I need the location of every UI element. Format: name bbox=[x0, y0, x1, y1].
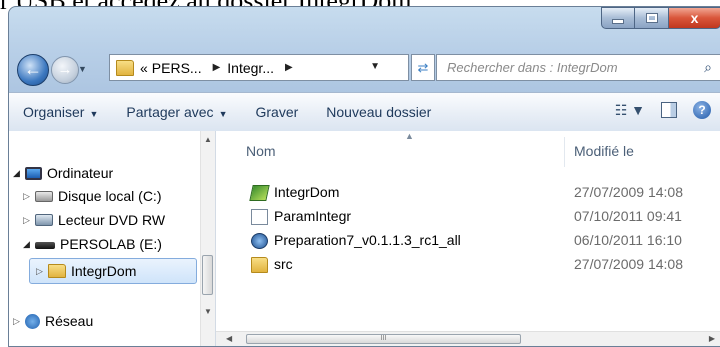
file-list: Nom ▲ Modifié le IntegrDom 27/07/2009 14… bbox=[216, 131, 720, 346]
organize-menu-button[interactable]: Organiser ▼ bbox=[9, 104, 112, 120]
column-header-modified-label: Modifié le bbox=[574, 143, 634, 159]
maximize-button[interactable] bbox=[635, 7, 669, 29]
nav-item-disque-local[interactable]: ▷ Disque local (C:) bbox=[23, 184, 161, 208]
command-toolbar: Organiser ▼ Partager avec ▼ Graver Nouveau… bbox=[9, 92, 720, 132]
nav-item-label: Réseau bbox=[45, 313, 94, 329]
file-name: ParamIntegr bbox=[274, 208, 352, 224]
organize-label: Organiser bbox=[23, 104, 85, 120]
minimize-button[interactable] bbox=[601, 7, 635, 29]
nav-item-label: Disque local (C:) bbox=[58, 188, 162, 204]
chevron-down-icon: ▼ bbox=[89, 109, 99, 119]
computer-icon bbox=[25, 166, 42, 180]
minimize-icon bbox=[612, 18, 624, 24]
scroll-up-icon[interactable]: ▲ bbox=[204, 135, 212, 144]
file-row[interactable]: Preparation7_v0.1.1.3_rc1_all 06/10/2011… bbox=[216, 229, 720, 253]
scrollbar-thumb[interactable]: III bbox=[246, 334, 521, 344]
window-controls: x bbox=[601, 7, 720, 29]
content-area: ◢ Ordinateur ▷ Disque local (C:) ▷ Lecte… bbox=[9, 131, 720, 346]
hard-disk-icon bbox=[35, 190, 53, 202]
chevron-down-icon: ▼ bbox=[218, 109, 228, 119]
search-input[interactable]: Rechercher dans : IntegrDom ⌕ bbox=[436, 54, 720, 81]
usb-drive-icon bbox=[35, 242, 55, 249]
column-header-name[interactable]: Nom bbox=[246, 135, 276, 167]
nav-item-label: Ordinateur bbox=[47, 165, 114, 181]
folder-icon bbox=[116, 59, 134, 76]
share-menu-button[interactable]: Partager avec ▼ bbox=[112, 104, 241, 120]
folder-icon bbox=[251, 257, 268, 273]
file-modified-date: 07/10/2011 09:41 bbox=[574, 208, 682, 224]
network-icon bbox=[25, 313, 40, 329]
forward-arrow-icon: → bbox=[57, 61, 73, 78]
explorer-window: x ← → ▼ « PERS... ▶ Integr... ▶ ▼ ⇄ Rech… bbox=[8, 6, 720, 347]
breadcrumb-persolab[interactable]: PERS... bbox=[152, 60, 202, 76]
file-name: Preparation7_v0.1.1.3_rc1_all bbox=[274, 232, 461, 248]
collapsed-arrow-icon[interactable]: ▷ bbox=[36, 266, 48, 277]
navigation-scrollbar[interactable]: ▲ ▼ bbox=[200, 131, 215, 346]
navigation-row: ← → ▼ « PERS... ▶ Integr... ▶ ▼ ⇄ Recher… bbox=[9, 41, 720, 86]
scroll-down-icon[interactable]: ▼ bbox=[204, 307, 212, 316]
file-modified-date: 06/10/2011 16:10 bbox=[574, 232, 682, 248]
forward-button[interactable]: → bbox=[51, 56, 79, 84]
burn-button[interactable]: Graver bbox=[241, 104, 312, 120]
recent-pages-button[interactable]: ▼ bbox=[78, 64, 87, 74]
nav-item-lecteur-dvd[interactable]: ▷ Lecteur DVD RW bbox=[23, 208, 165, 232]
column-header-modified[interactable]: Modifié le bbox=[574, 135, 634, 167]
toolbar-right-group: ☷ ▼ ? bbox=[615, 101, 720, 119]
close-button[interactable]: x bbox=[669, 7, 720, 29]
scroll-right-icon[interactable]: ▶ bbox=[709, 334, 715, 343]
navigation-pane: ◢ Ordinateur ▷ Disque local (C:) ▷ Lecte… bbox=[9, 131, 216, 346]
expanded-arrow-icon[interactable]: ◢ bbox=[13, 168, 25, 179]
refresh-icon: ⇄ bbox=[417, 60, 429, 75]
breadcrumb-arrow-icon[interactable]: ▶ bbox=[285, 62, 293, 73]
nav-item-persolab[interactable]: ◢ PERSOLAB (E:) bbox=[23, 232, 162, 256]
file-row[interactable]: IntegrDom 27/07/2009 14:08 bbox=[216, 181, 720, 205]
collapsed-arrow-icon[interactable]: ▷ bbox=[23, 191, 35, 202]
scrollbar-thumb[interactable] bbox=[202, 255, 213, 295]
folder-icon bbox=[48, 264, 66, 278]
expanded-arrow-icon[interactable]: ◢ bbox=[23, 239, 35, 250]
new-folder-button[interactable]: Nouveau dossier bbox=[312, 104, 445, 120]
view-options-icon[interactable]: ☷ ▼ bbox=[615, 102, 645, 119]
nav-item-label: IntegrDom bbox=[71, 263, 137, 279]
collapsed-arrow-icon[interactable]: ▷ bbox=[23, 215, 35, 226]
nav-item-ordinateur[interactable]: ◢ Ordinateur bbox=[13, 161, 113, 185]
maximize-icon bbox=[646, 14, 657, 22]
refresh-button[interactable]: ⇄ bbox=[411, 54, 435, 81]
nav-item-label: PERSOLAB (E:) bbox=[60, 236, 162, 252]
collapsed-arrow-icon[interactable]: ▷ bbox=[13, 316, 25, 327]
search-icon[interactable]: ⌕ bbox=[704, 55, 712, 80]
address-dropdown-icon[interactable]: ▼ bbox=[370, 61, 380, 72]
file-modified-date: 27/07/2009 14:08 bbox=[574, 256, 683, 272]
nav-item-integrdom[interactable]: ▷ IntegrDom bbox=[29, 258, 197, 284]
application-icon bbox=[249, 185, 270, 201]
column-header-name-label: Nom bbox=[246, 143, 276, 159]
document-icon bbox=[251, 209, 268, 225]
back-button[interactable]: ← bbox=[17, 54, 49, 86]
address-bar[interactable]: « PERS... ▶ Integr... ▶ ▼ bbox=[109, 54, 409, 81]
file-name: src bbox=[274, 256, 293, 272]
file-row[interactable]: ParamIntegr 07/10/2011 09:41 bbox=[216, 205, 720, 229]
column-divider[interactable] bbox=[564, 137, 565, 167]
sort-ascending-icon: ▲ bbox=[405, 131, 414, 141]
dvd-drive-icon bbox=[35, 214, 53, 226]
file-name: IntegrDom bbox=[274, 184, 340, 200]
file-row[interactable]: src 27/07/2009 14:08 bbox=[216, 253, 720, 277]
address-overflow-button[interactable]: « bbox=[140, 60, 148, 76]
file-modified-date: 27/07/2009 14:08 bbox=[574, 184, 683, 200]
chevron-down-icon: ▼ bbox=[78, 64, 87, 74]
nav-item-reseau[interactable]: ▷ Réseau bbox=[13, 309, 93, 333]
share-label: Partager avec bbox=[126, 104, 214, 120]
breadcrumb-arrow-icon[interactable]: ▶ bbox=[213, 62, 221, 73]
scrollbar-grip: III bbox=[380, 335, 387, 342]
preview-pane-icon[interactable] bbox=[661, 102, 677, 118]
nav-item-label: Lecteur DVD RW bbox=[58, 212, 166, 228]
help-icon[interactable]: ? bbox=[693, 101, 711, 119]
breadcrumb-integrdom[interactable]: Integr... bbox=[227, 60, 274, 76]
setup-icon bbox=[251, 233, 268, 249]
back-arrow-icon: ← bbox=[24, 59, 42, 79]
scroll-left-icon[interactable]: ◀ bbox=[226, 334, 232, 343]
search-placeholder: Rechercher dans : IntegrDom bbox=[447, 60, 618, 75]
